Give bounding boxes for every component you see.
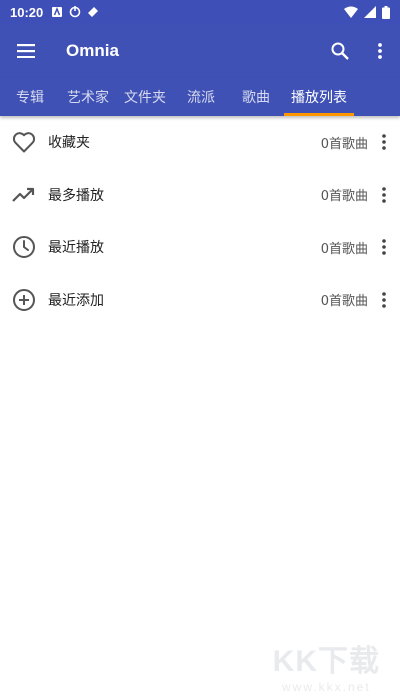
- playlist-name: 最多播放: [48, 187, 104, 204]
- more-vert-icon: [382, 291, 386, 308]
- tab-artists[interactable]: 艺术家: [60, 78, 116, 116]
- tab-albums[interactable]: 专辑: [0, 78, 60, 116]
- app-notification-icon: [52, 7, 63, 17]
- item-more-button[interactable]: [368, 221, 400, 273]
- playlist-name: 最近播放: [48, 240, 104, 257]
- tab-label: 专辑: [16, 90, 44, 106]
- more-vert-icon: [382, 239, 386, 256]
- song-count: 0首歌曲: [320, 294, 368, 310]
- status-bar: 10:20: [0, 0, 400, 24]
- playlist-item-most-played[interactable]: 最多播放 0首歌曲: [0, 169, 400, 222]
- app-bar: Omnia: [0, 24, 400, 78]
- watermark: KK下载 www.kkx.net: [273, 636, 380, 694]
- item-more-button[interactable]: [368, 169, 400, 221]
- playlist-list: 收藏夹 0首歌曲 最多播放 0首歌曲 最近播放 0首歌曲 最近添加 0首歌曲: [0, 116, 400, 326]
- playlist-item-recently-played[interactable]: 最近播放 0首歌曲: [0, 221, 400, 274]
- more-vert-icon: [382, 186, 386, 203]
- tab-songs[interactable]: 歌曲: [228, 78, 284, 116]
- song-count: 0首歌曲: [320, 136, 368, 152]
- search-icon: [331, 42, 349, 60]
- tab-genres[interactable]: 流派: [174, 78, 228, 116]
- clock-icon: [13, 236, 35, 259]
- wifi-icon: [344, 6, 358, 18]
- watermark-url: www.kkx.net: [281, 680, 371, 694]
- playlist-item-recently-added[interactable]: 最近添加 0首歌曲: [0, 274, 400, 327]
- tab-label: 艺术家: [67, 90, 109, 106]
- more-vert-icon: [382, 134, 386, 151]
- item-more-button[interactable]: [368, 116, 400, 168]
- signal-icon: [364, 6, 376, 18]
- overflow-menu-button[interactable]: [360, 24, 400, 78]
- playlist-name: 收藏夹: [48, 135, 90, 152]
- more-vert-icon: [378, 43, 382, 59]
- playlist-name: 最近添加: [48, 292, 104, 309]
- tab-label: 文件夹: [124, 90, 166, 106]
- tab-playlists[interactable]: 播放列表: [284, 78, 354, 116]
- tag-icon: [88, 7, 99, 17]
- battery-icon: [382, 5, 390, 19]
- app-title: Omnia: [66, 41, 119, 60]
- tab-label: 歌曲: [242, 90, 270, 106]
- song-count: 0首歌曲: [320, 189, 368, 205]
- tab-label: 播放列表: [291, 90, 347, 106]
- playlist-item-favorites[interactable]: 收藏夹 0首歌曲: [0, 116, 400, 169]
- tab-folders[interactable]: 文件夹: [116, 78, 174, 116]
- item-more-button[interactable]: [368, 274, 400, 326]
- category-tabs: 专辑 艺术家 文件夹 流派 歌曲 播放列表: [0, 78, 400, 116]
- menu-button[interactable]: [0, 24, 52, 78]
- tab-label: 流派: [187, 90, 215, 106]
- menu-icon: [17, 44, 35, 58]
- add-circle-icon: [13, 288, 35, 311]
- search-button[interactable]: [320, 24, 360, 78]
- heart-icon: [12, 132, 36, 153]
- status-time: 10:20: [10, 4, 44, 20]
- watermark-logo: KK下载: [272, 645, 380, 678]
- song-count: 0首歌曲: [320, 241, 368, 257]
- trending-up-icon: [12, 187, 35, 202]
- sync-icon: [69, 6, 81, 18]
